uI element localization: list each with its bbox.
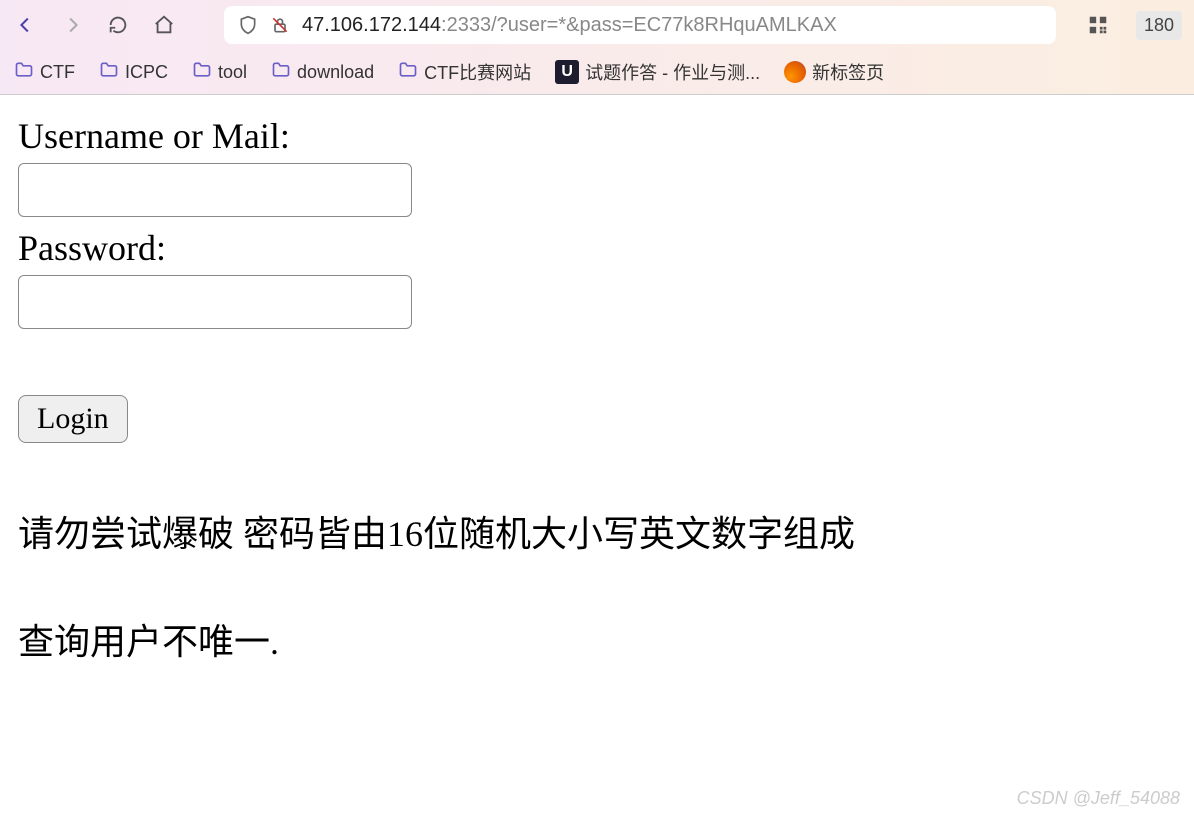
bookmark-exam[interactable]: U 试题作答 - 作业与测... — [551, 55, 764, 89]
address-bar[interactable]: 47.106.172.144:2333/?user=*&pass=EC77k8R… — [224, 6, 1056, 44]
toolbar: 47.106.172.144:2333/?user=*&pass=EC77k8R… — [0, 0, 1194, 50]
password-input[interactable] — [18, 275, 412, 329]
bookmark-tool[interactable]: tool — [188, 56, 251, 89]
username-input[interactable] — [18, 163, 412, 217]
bookmark-download[interactable]: download — [267, 56, 378, 89]
folder-icon — [14, 60, 34, 85]
bookmark-ctf[interactable]: CTF — [10, 56, 79, 89]
notice-text: 请勿尝试爆破 密码皆由16位随机大小写英文数字组成 — [18, 505, 1176, 557]
lock-slash-icon — [270, 15, 290, 35]
zoom-badge[interactable]: 180 — [1136, 11, 1182, 40]
bookmark-icpc[interactable]: ICPC — [95, 56, 172, 89]
page-content: Username or Mail: Password: Login 请勿尝试爆破… — [0, 95, 1194, 683]
reload-button[interactable] — [104, 11, 132, 39]
qr-icon[interactable] — [1084, 11, 1112, 39]
bookmarks-bar: CTF ICPC tool download CTF比赛网站 U 试题作答 - … — [0, 50, 1194, 94]
firefox-icon — [784, 61, 806, 83]
home-button[interactable] — [150, 11, 178, 39]
url-path: :2333/?user=*&pass=EC77k8RHquAMLKAX — [441, 14, 837, 36]
bookmark-label: CTF — [40, 62, 75, 83]
u-icon: U — [555, 60, 579, 84]
folder-icon — [192, 60, 212, 85]
bookmark-label: ICPC — [125, 62, 168, 83]
url-host: 47.106.172.144 — [302, 14, 441, 36]
watermark: CSDN @Jeff_54088 — [1017, 788, 1180, 809]
folder-icon — [271, 60, 291, 85]
url-text: 47.106.172.144:2333/?user=*&pass=EC77k8R… — [302, 14, 837, 37]
shield-icon — [238, 15, 258, 35]
bookmark-newtab[interactable]: 新标签页 — [780, 55, 888, 89]
bookmark-label: 试题作答 - 作业与测... — [585, 59, 760, 85]
back-button[interactable] — [12, 11, 40, 39]
bookmark-label: CTF比赛网站 — [424, 59, 531, 85]
bookmark-ctf-contest[interactable]: CTF比赛网站 — [394, 55, 535, 89]
result-text: 查询用户不唯一. — [18, 613, 1176, 665]
bookmark-label: tool — [218, 62, 247, 83]
folder-icon — [398, 60, 418, 85]
folder-icon — [99, 60, 119, 85]
bookmark-label: download — [297, 62, 374, 83]
login-button[interactable]: Login — [18, 395, 128, 443]
password-label: Password: — [18, 227, 1176, 269]
browser-chrome: 47.106.172.144:2333/?user=*&pass=EC77k8R… — [0, 0, 1194, 95]
bookmark-label: 新标签页 — [812, 59, 884, 85]
username-label: Username or Mail: — [18, 115, 1176, 157]
forward-button[interactable] — [58, 11, 86, 39]
